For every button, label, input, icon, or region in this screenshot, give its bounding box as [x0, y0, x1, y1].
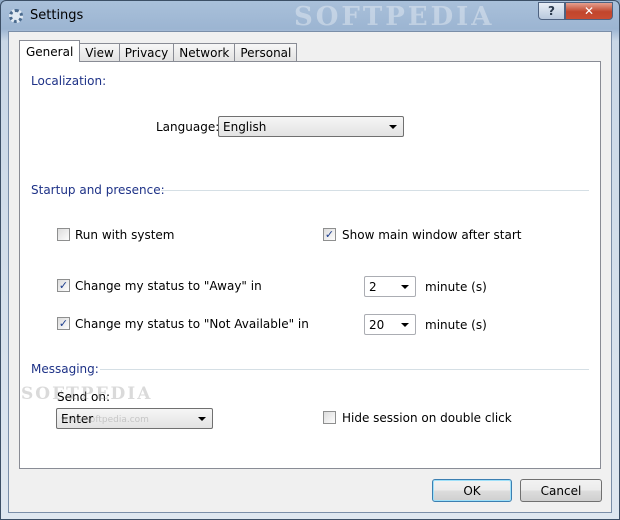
away-label: Change my status to "Away" in — [75, 279, 262, 293]
not-available-minutes-value: 20 — [369, 317, 385, 332]
not-available-minutes-select[interactable]: 20 — [364, 314, 416, 335]
not-available-label: Change my status to "Not Available" in — [75, 317, 309, 331]
tab-general[interactable]: General — [19, 40, 81, 62]
softpedia-overlay-url: www.softpedia.com — [61, 415, 149, 425]
language-select-value: English — [223, 119, 267, 134]
help-button[interactable]: ? — [538, 2, 565, 20]
tab-personal[interactable]: Personal — [234, 43, 298, 62]
tab-strip: General View Privacy Network Personal — [19, 40, 298, 62]
startup-heading: Startup and presence: — [31, 183, 165, 197]
away-unit-label: minute (s) — [425, 280, 487, 294]
cancel-button[interactable]: Cancel — [520, 479, 602, 502]
softpedia-watermark: SOFTPEDIA — [294, 2, 495, 32]
title-bar: Settings SOFTPEDIA ? ✕ — [1, 1, 619, 32]
window-title: Settings — [30, 8, 84, 23]
ok-button[interactable]: OK — [432, 479, 512, 502]
settings-window: Settings SOFTPEDIA ? ✕ General View Priv… — [0, 0, 620, 520]
messaging-heading: Messaging: — [31, 362, 99, 376]
tab-view[interactable]: View — [79, 43, 120, 62]
not-available-checkbox[interactable]: ✓ — [57, 317, 70, 330]
tab-network[interactable]: Network — [173, 43, 236, 62]
startup-divider — [161, 190, 589, 191]
close-button[interactable]: ✕ — [565, 2, 613, 20]
language-select[interactable]: English — [218, 116, 404, 137]
gear-icon — [9, 9, 23, 23]
show-main-window-label: Show main window after start — [342, 228, 522, 242]
not-available-unit-label: minute (s) — [425, 318, 487, 332]
dialog-client: General View Privacy Network Personal Lo… — [8, 31, 612, 513]
hide-session-checkbox[interactable] — [323, 411, 336, 424]
show-main-window-checkbox[interactable]: ✓ — [323, 228, 336, 241]
away-minutes-select[interactable]: 2 — [364, 276, 416, 297]
general-panel: Localization: Language: English Startup … — [19, 61, 601, 469]
language-label: Language: — [156, 120, 220, 134]
run-with-system-label: Run with system — [75, 228, 175, 242]
away-minutes-value: 2 — [369, 279, 377, 294]
messaging-divider — [100, 369, 589, 370]
localization-heading: Localization: — [31, 74, 107, 88]
chevron-down-icon — [198, 417, 206, 421]
tab-privacy[interactable]: Privacy — [118, 43, 175, 62]
chevron-down-icon — [401, 323, 409, 327]
chevron-down-icon — [389, 125, 397, 129]
hide-session-label: Hide session on double click — [342, 411, 512, 425]
away-checkbox[interactable]: ✓ — [57, 279, 70, 292]
chevron-down-icon — [401, 285, 409, 289]
run-with-system-checkbox[interactable] — [57, 228, 70, 241]
softpedia-overlay-watermark: SOFTPEDIA — [21, 384, 153, 404]
